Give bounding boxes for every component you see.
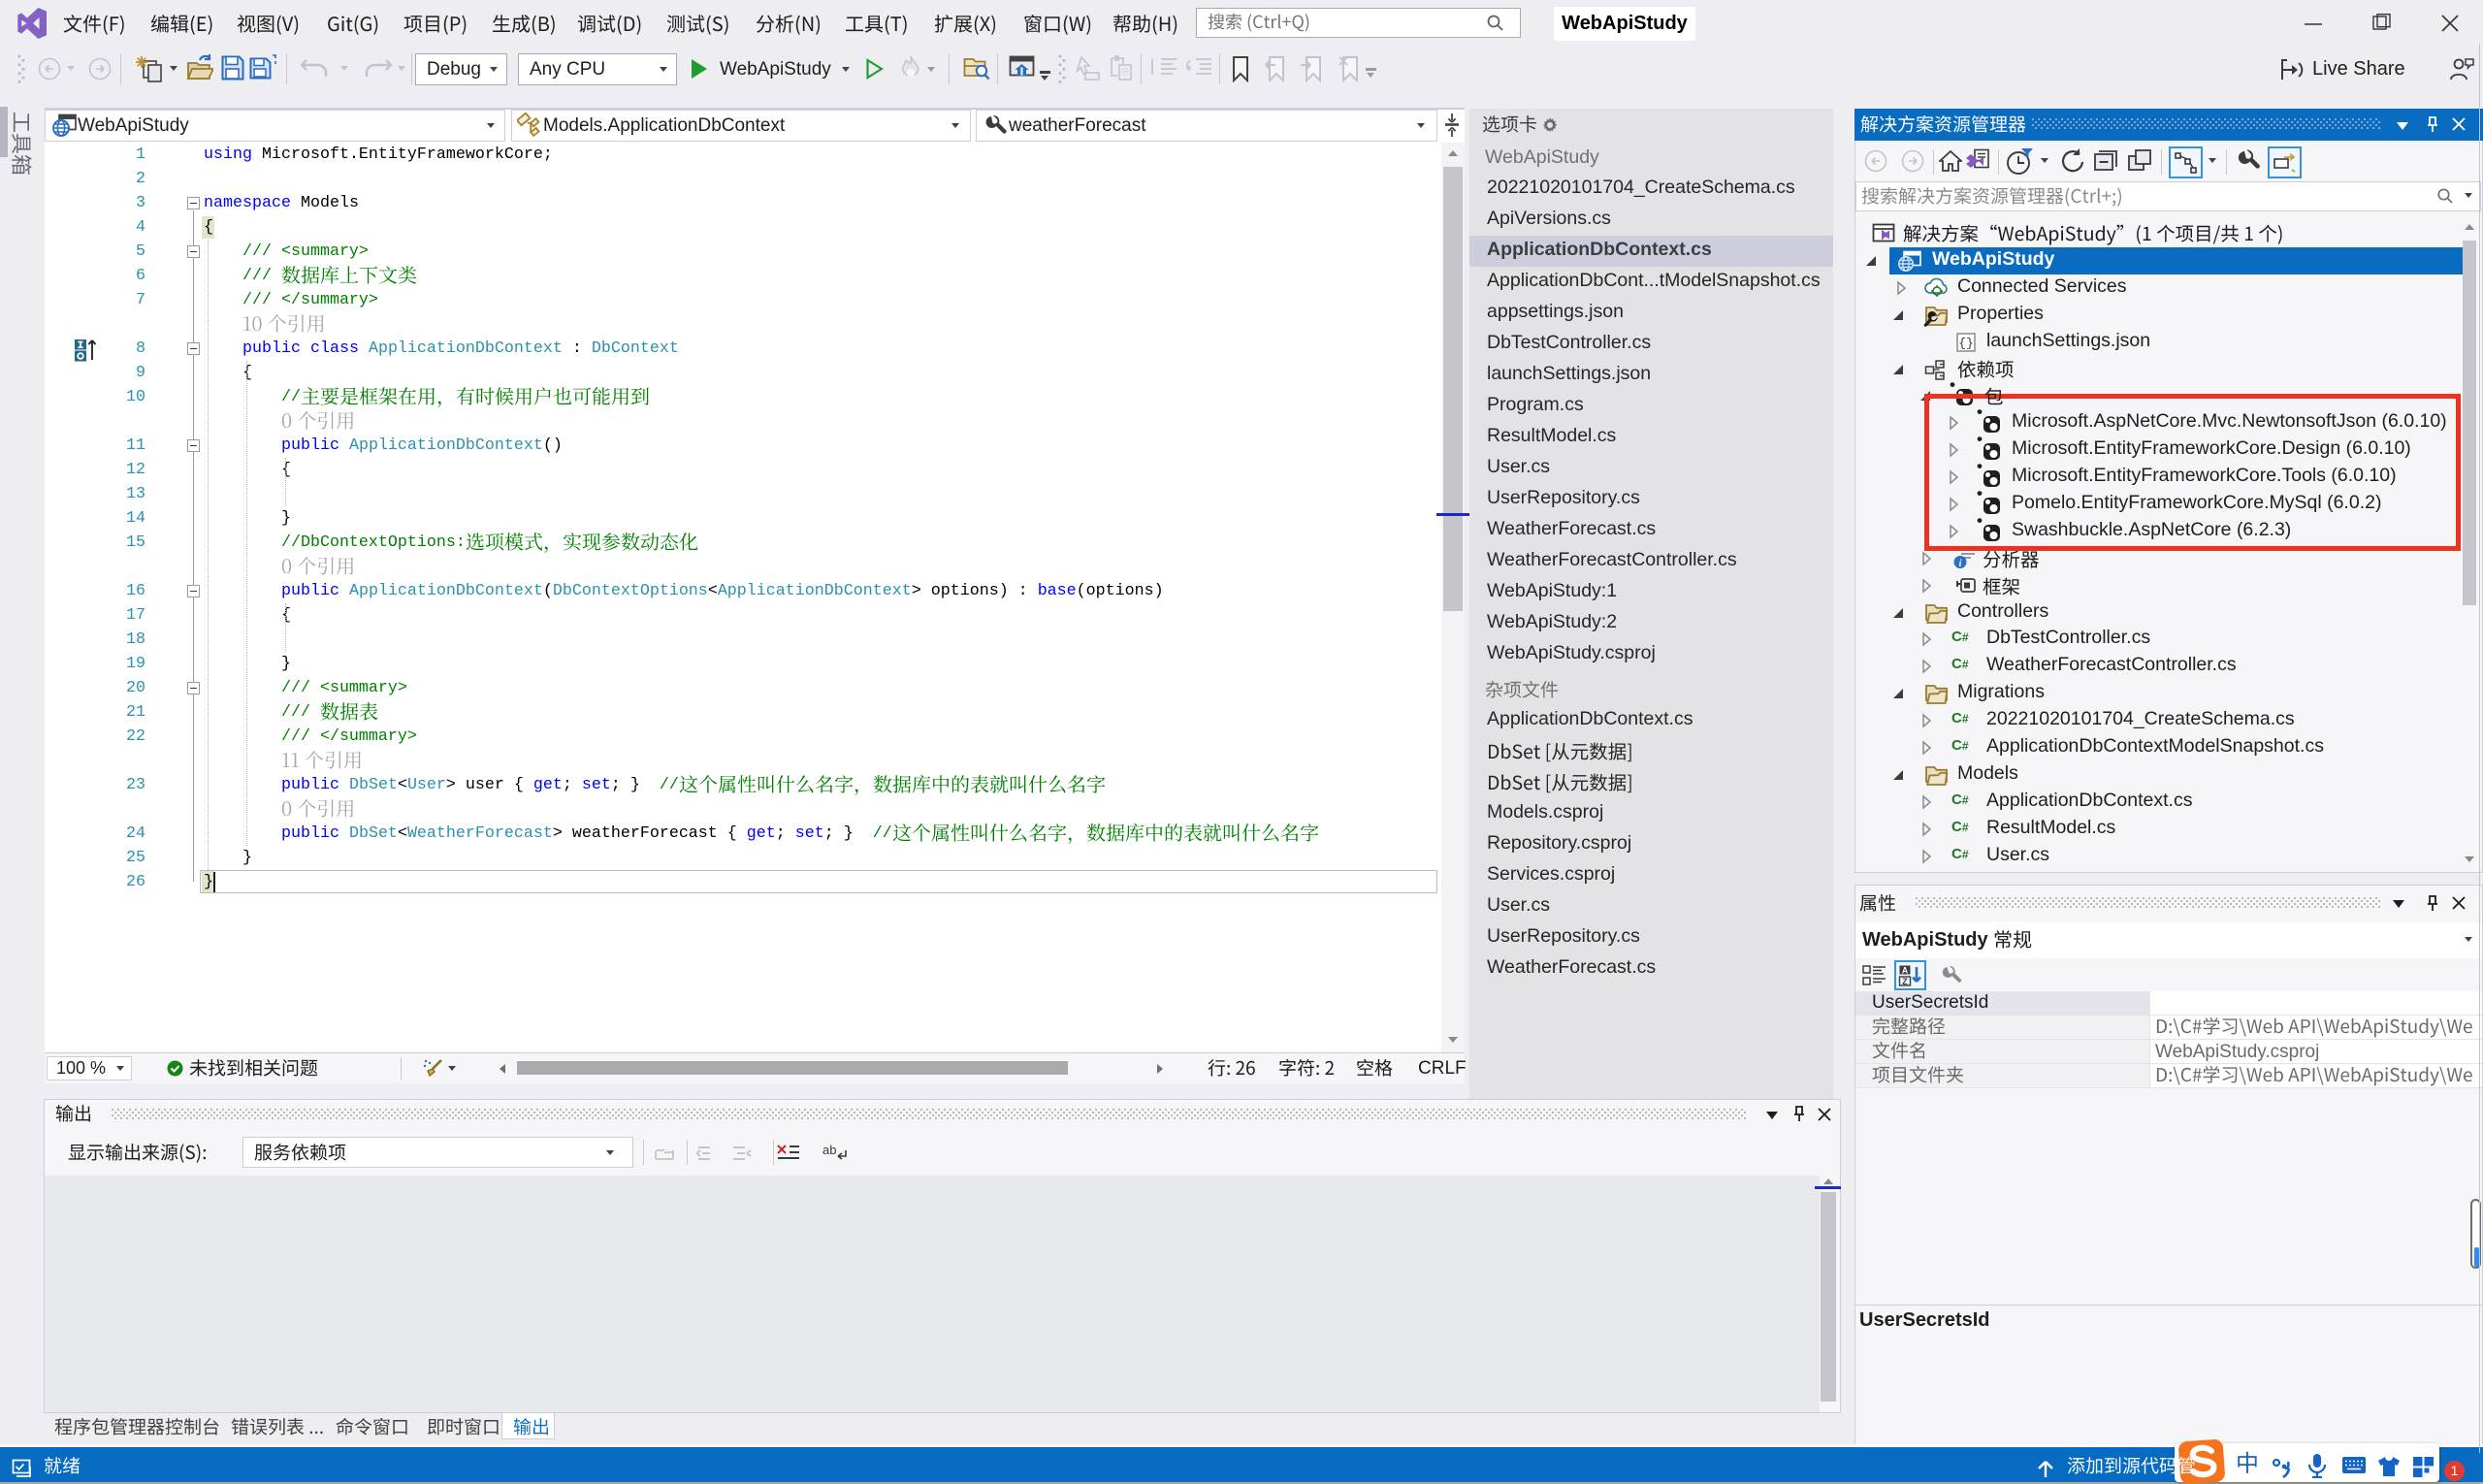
svg-text:ab: ab [822,1143,836,1157]
svg-text:i: i [1959,559,1962,569]
svg-text:{}: {} [1958,337,1974,351]
svg-text:Z: Z [1902,977,1908,986]
svg-text:A: A [1902,966,1909,976]
